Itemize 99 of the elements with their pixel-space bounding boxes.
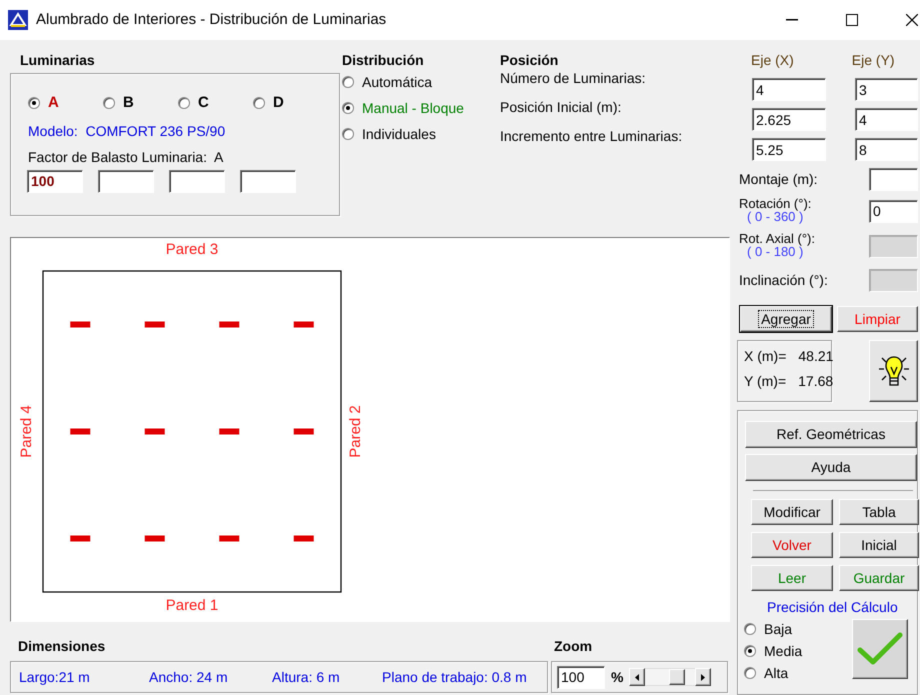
radio-button[interactable] (253, 96, 265, 109)
maximize-icon (846, 14, 858, 26)
input-field[interactable]: 2.625 (752, 108, 826, 131)
luminaire-mark (70, 536, 90, 542)
input-field[interactable]: 100 (27, 170, 83, 193)
input-field[interactable] (98, 170, 154, 193)
field-label: Incremento entre Luminarias: (500, 128, 684, 146)
input-field[interactable]: 4 (855, 108, 918, 131)
model-label: Modelo: COMFORT 236 PS/90 (28, 123, 226, 140)
coord-value: 17.68 (798, 373, 834, 391)
axis-header: Eje (X) (751, 52, 794, 70)
input-field[interactable] (169, 170, 225, 193)
radio-label: Individuales (362, 126, 436, 142)
action-button[interactable]: Leer (751, 565, 833, 591)
radio-button[interactable] (744, 623, 756, 636)
wall-label: Pared 4 (18, 405, 35, 458)
range-hint: ( 0 - 180 ) (747, 245, 804, 260)
confirm-button[interactable] (852, 619, 908, 680)
field-label: Rotación (°): (739, 197, 812, 210)
range-hint: ( 0 - 360 ) (747, 210, 804, 225)
section-heading: Luminarias (20, 52, 96, 68)
luminaire-mark (144, 322, 165, 328)
action-button[interactable]: Ayuda (745, 454, 917, 481)
luminaire-mark (70, 428, 90, 434)
coord-label: X (m)= (744, 348, 786, 366)
luminaire-mark (219, 322, 240, 328)
radio-label: Baja (764, 621, 792, 638)
radio-label: A (48, 94, 59, 112)
input-field[interactable]: 8 (855, 138, 918, 161)
dimension-label: Largo:21 m (19, 669, 91, 686)
section-heading: Posición (500, 52, 560, 68)
radio-button[interactable] (103, 96, 115, 109)
radio-label: Manual - Bloque (362, 100, 464, 116)
ballast-label: Factor de Balasto Luminaria: A (28, 149, 224, 166)
input-field[interactable]: 5.25 (752, 138, 826, 161)
luminaire-mark (70, 322, 90, 328)
bulb-button[interactable] (869, 340, 918, 402)
scroll-left-button[interactable] (629, 668, 646, 686)
radio-label: B (123, 94, 134, 112)
radio-button[interactable] (342, 102, 354, 114)
section-heading: Precisión del Cálculo (767, 599, 899, 616)
input-field[interactable]: 0 (869, 200, 918, 222)
luminaire-mark (294, 536, 314, 542)
radio-button[interactable] (342, 76, 354, 88)
left-arrow-icon (635, 674, 640, 681)
scroll-right-button[interactable] (695, 668, 712, 686)
section-heading: Distribución (342, 52, 425, 68)
dimension-label: Plano de trabajo: 0.8 m (382, 669, 528, 686)
coord-label: Y (m)= (744, 373, 786, 391)
luminaire-mark (294, 322, 314, 328)
radio-label: Media (764, 643, 802, 660)
luminaire-mark (219, 428, 240, 434)
input-field[interactable]: 3 (855, 78, 918, 101)
luminaire-mark (144, 428, 165, 434)
app-icon (8, 10, 28, 30)
action-button[interactable]: Volver (751, 532, 833, 558)
right-arrow-icon (701, 674, 706, 681)
radio-label: Alta (764, 665, 788, 682)
luminaire-mark (294, 428, 314, 434)
action-button[interactable]: Guardar (839, 565, 919, 591)
unit-label: % (611, 669, 624, 686)
input-field[interactable] (869, 168, 918, 190)
radio-button[interactable] (28, 96, 40, 109)
input-field[interactable] (240, 170, 296, 193)
minimize-icon (786, 19, 798, 21)
field-label: Inclinación (°): (739, 272, 829, 288)
radio-label: D (273, 94, 284, 112)
slider-thumb[interactable] (669, 669, 686, 686)
wall-label: Pared 3 (166, 241, 218, 258)
radio-label: C (198, 94, 209, 112)
radio-button[interactable] (342, 128, 354, 140)
action-button[interactable]: Tabla (839, 499, 919, 525)
field-label: Montaje (m): (739, 170, 819, 188)
luminaire-mark (144, 536, 165, 542)
field-label: Rot. Axial (°): (739, 232, 816, 246)
input-field[interactable]: 100 (557, 666, 605, 689)
radio-button[interactable] (178, 96, 190, 109)
axis-header: Eje (Y) (852, 52, 895, 70)
section-heading: Dimensiones (18, 638, 106, 654)
action-button[interactable]: Agregar (740, 306, 832, 332)
action-button[interactable]: Ref. Geométricas (745, 421, 917, 448)
close-icon (906, 14, 918, 26)
section-heading: Zoom (554, 638, 594, 654)
dimension-label: Altura: 6 m (272, 669, 341, 686)
coord-value: 48.21 (798, 348, 834, 366)
field-label: Número de Luminarias: (500, 70, 647, 88)
wall-label: Pared 1 (166, 597, 218, 614)
window-title: Alumbrado de Interiores - Distribución de Luminarias (36, 11, 386, 29)
action-button[interactable]: Modificar (751, 499, 833, 525)
radio-button[interactable] (744, 645, 756, 658)
checkmark-icon (857, 632, 904, 666)
field-label: Posición Inicial (m): (500, 99, 622, 118)
wall-label: Pared 2 (347, 405, 364, 458)
radio-label: Automática (362, 74, 432, 90)
action-button[interactable]: Inicial (839, 532, 919, 558)
dimension-label: Ancho: 24 m (149, 669, 229, 686)
radio-button[interactable] (744, 667, 756, 680)
input-field[interactable]: 4 (752, 78, 826, 101)
luminaire-mark (219, 536, 240, 542)
